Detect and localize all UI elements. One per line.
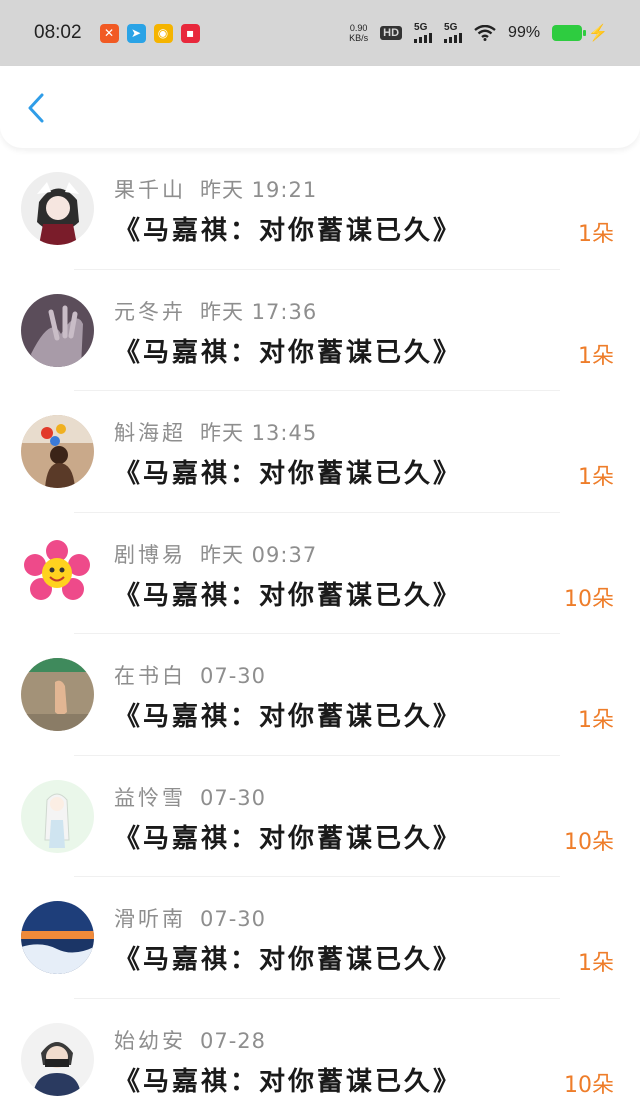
flower-count: 1朵	[578, 216, 614, 248]
flower-count: 1朵	[578, 945, 614, 977]
row-meta: 元冬卉昨天 17:36	[114, 296, 317, 326]
net-speed: 0.90 KB/s	[349, 23, 368, 43]
net-speed-value: 0.90	[349, 23, 368, 33]
timestamp: 昨天 17:36	[200, 300, 317, 324]
list-item[interactable]: 滑听南 07-30 《马嘉祺：对你蓄谋已久》 1朵	[0, 877, 640, 999]
user-name: 始幼安	[114, 1029, 186, 1053]
list-item[interactable]: 在书白 07-30 《马嘉祺：对你蓄谋已久》 1朵	[0, 634, 640, 756]
header	[0, 66, 640, 148]
flower-count: 1朵	[578, 702, 614, 734]
timestamp: 07-30	[200, 786, 266, 810]
user-name: 滑听南	[114, 907, 186, 931]
timestamp: 昨天 09:37	[200, 543, 317, 567]
row-meta: 益怜雪 07-30	[114, 782, 266, 812]
hd-badge: HD	[380, 26, 402, 40]
avatar[interactable]	[21, 294, 94, 367]
story-title: 《马嘉祺：对你蓄谋已久》	[114, 696, 462, 733]
avatar[interactable]	[21, 1023, 94, 1096]
charging-bolt-icon: ⚡	[588, 23, 608, 43]
list-item[interactable]: 益怜雪 07-30 《马嘉祺：对你蓄谋已久》 10朵	[0, 756, 640, 878]
timestamp: 昨天 13:45	[200, 421, 317, 445]
status-indicators: 0.90 KB/s HD 5G 5G 99% ⚡	[349, 23, 608, 43]
user-name: 剧博易	[114, 543, 186, 567]
story-title: 《马嘉祺：对你蓄谋已久》	[114, 575, 462, 612]
avatar[interactable]	[21, 658, 94, 731]
row-meta: 斛海超昨天 13:45	[114, 417, 317, 447]
signal-icon-2: 5G	[444, 23, 462, 43]
story-title: 《马嘉祺：对你蓄谋已久》	[114, 332, 462, 369]
telegram-icon: ➤	[127, 24, 146, 43]
list-item[interactable]: 始幼安 07-28 《马嘉祺：对你蓄谋已久》 10朵	[0, 999, 640, 1120]
row-meta: 剧博易昨天 09:37	[114, 539, 317, 569]
avatar[interactable]	[21, 780, 94, 853]
user-name: 益怜雪	[114, 786, 186, 810]
avatar[interactable]	[21, 901, 94, 974]
avatar[interactable]	[21, 537, 94, 610]
story-title: 《马嘉祺：对你蓄谋已久》	[114, 818, 462, 855]
story-title: 《马嘉祺：对你蓄谋已久》	[114, 939, 462, 976]
row-meta: 果千山昨天 19:21	[114, 174, 317, 204]
app-icon-1: ✕	[100, 24, 119, 43]
flower-count: 1朵	[578, 338, 614, 370]
user-name: 在书白	[114, 664, 186, 688]
timestamp: 昨天 19:21	[200, 178, 317, 202]
chevron-left-icon	[26, 92, 46, 124]
timestamp: 07-30	[200, 664, 266, 688]
battery-icon	[552, 25, 582, 41]
status-bar: 08:02 ✕ ➤ ◉ ▪ 0.90 KB/s HD 5G 5G 99%	[0, 0, 640, 66]
timestamp: 07-28	[200, 1029, 266, 1053]
story-title: 《马嘉祺：对你蓄谋已久》	[114, 210, 462, 247]
signal-label-2: 5G	[444, 23, 457, 33]
list-item[interactable]: 斛海超昨天 13:45 《马嘉祺：对你蓄谋已久》 1朵	[0, 391, 640, 513]
back-button[interactable]	[18, 88, 54, 128]
timestamp: 07-30	[200, 907, 266, 931]
avatar[interactable]	[21, 172, 94, 245]
row-meta: 始幼安 07-28	[114, 1025, 266, 1055]
signal-icon-1: 5G	[414, 23, 432, 43]
xiaohongshu-icon: ▪	[181, 24, 200, 43]
gift-list: 果千山昨天 19:21 《马嘉祺：对你蓄谋已久》 1朵 元冬卉昨天 17:36 …	[0, 148, 640, 1120]
flower-count: 10朵	[564, 581, 614, 613]
signal-label-1: 5G	[414, 23, 427, 33]
avatar[interactable]	[21, 415, 94, 488]
flower-count: 1朵	[578, 459, 614, 491]
list-item[interactable]: 剧博易昨天 09:37 《马嘉祺：对你蓄谋已久》 10朵	[0, 513, 640, 635]
story-title: 《马嘉祺：对你蓄谋已久》	[114, 1061, 462, 1098]
user-name: 果千山	[114, 178, 186, 202]
row-meta: 在书白 07-30	[114, 660, 266, 690]
flower-count: 10朵	[564, 824, 614, 856]
battery-percent: 99%	[508, 24, 540, 42]
list-item[interactable]: 果千山昨天 19:21 《马嘉祺：对你蓄谋已久》 1朵	[0, 148, 640, 270]
story-title: 《马嘉祺：对你蓄谋已久》	[114, 453, 462, 490]
wifi-icon	[474, 25, 496, 41]
weibo-icon: ◉	[154, 24, 173, 43]
list-item[interactable]: 元冬卉昨天 17:36 《马嘉祺：对你蓄谋已久》 1朵	[0, 270, 640, 392]
signal-bars-2	[444, 33, 462, 43]
row-meta: 滑听南 07-30	[114, 903, 266, 933]
flower-count: 10朵	[564, 1067, 614, 1099]
signal-bars-1	[414, 33, 432, 43]
user-name: 斛海超	[114, 421, 186, 445]
net-speed-unit: KB/s	[349, 33, 368, 43]
status-time: 08:02	[34, 22, 82, 44]
user-name: 元冬卉	[114, 300, 186, 324]
